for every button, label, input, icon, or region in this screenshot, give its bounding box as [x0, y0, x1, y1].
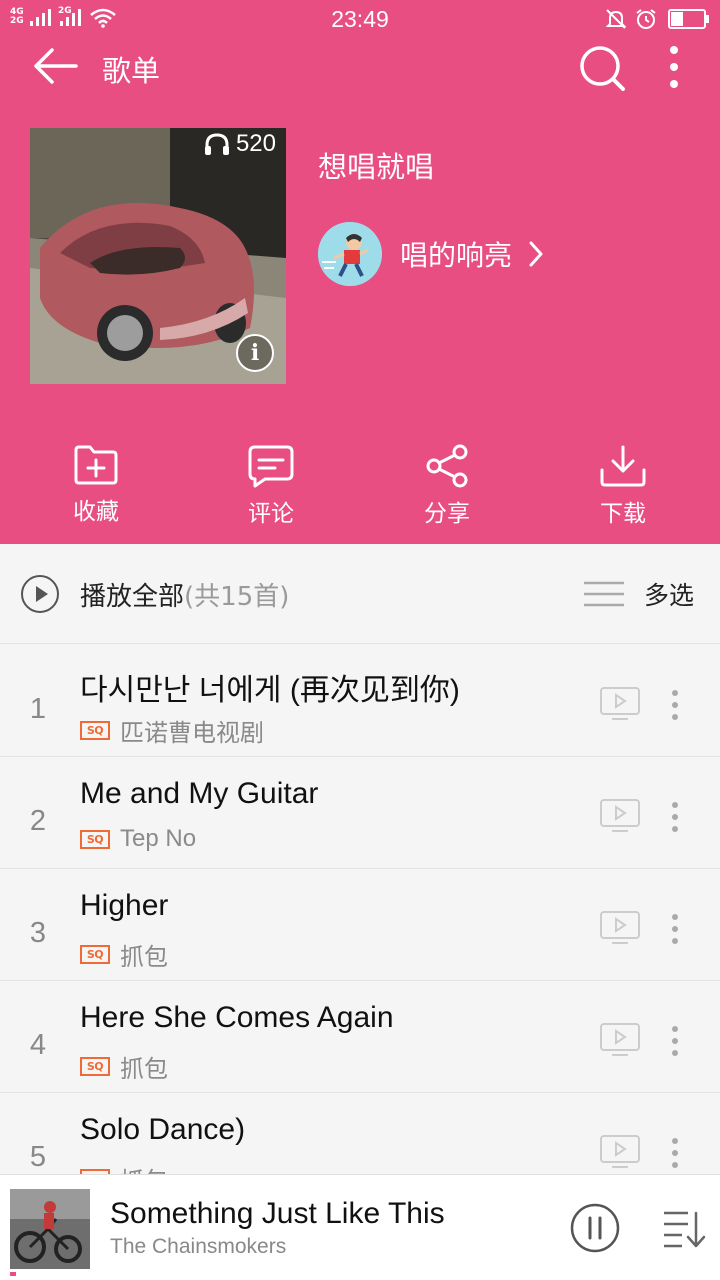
song-meta: SQ 匹诺曹电视剧	[80, 713, 264, 748]
download-button[interactable]: 下载	[563, 444, 683, 528]
back-arrow-icon[interactable]	[30, 46, 80, 86]
sq-badge: SQ	[80, 945, 110, 964]
list-menu-icon[interactable]	[584, 580, 624, 608]
now-playing-thumbnail	[10, 1189, 90, 1269]
song-artist: 抓包	[120, 1056, 168, 1083]
creator-name: 唱的响亮	[400, 239, 513, 272]
more-vertical-icon[interactable]	[660, 42, 688, 92]
share-icon	[426, 444, 468, 488]
mini-player[interactable]: Something Just Like This The Chainsmoker…	[0, 1174, 720, 1280]
share-button[interactable]: 分享	[387, 444, 507, 528]
play-all-row: 播放全部(共15首) 多选	[0, 544, 720, 644]
song-row[interactable]: 1 다시만난 너에게 (再次见到你) SQ 匹诺曹电视剧	[0, 645, 720, 757]
song-meta: SQ 抓包	[80, 1049, 168, 1084]
status-bar: 4G 2G 2G 23:49	[0, 0, 720, 38]
share-label: 分享	[424, 501, 470, 527]
song-more-icon[interactable]	[668, 1025, 682, 1057]
alarm-icon	[636, 9, 656, 29]
song-more-icon[interactable]	[668, 1137, 682, 1169]
play-circle-icon[interactable]	[20, 574, 60, 614]
play-all-label: 播放全部	[80, 582, 185, 612]
mv-play-icon[interactable]	[600, 1135, 640, 1169]
comment-label: 评论	[248, 501, 294, 527]
folder-add-icon	[74, 445, 118, 485]
song-number: 3	[29, 917, 47, 949]
sq-badge: SQ	[80, 721, 110, 740]
page-title: 歌单	[102, 54, 161, 88]
comment-icon	[248, 445, 294, 488]
avatar	[318, 222, 382, 286]
sq-badge: SQ	[80, 829, 110, 849]
progress-indicator	[10, 1272, 16, 1276]
song-title: Higher	[80, 889, 169, 922]
song-title: Solo Dance)	[80, 1113, 246, 1146]
battery-icon	[668, 9, 709, 29]
pause-icon[interactable]	[570, 1203, 620, 1253]
search-icon[interactable]	[576, 44, 628, 92]
comment-button[interactable]: 评论	[211, 444, 331, 528]
mv-play-icon[interactable]	[600, 799, 640, 833]
download-icon	[600, 445, 646, 487]
play-count: 520	[204, 130, 276, 158]
song-title: 다시만난 너에게 (再次见到你)	[80, 674, 460, 707]
song-list: 1 다시만난 너에게 (再次见到你) SQ 匹诺曹电视剧 2 Me and My …	[0, 645, 720, 1205]
song-count: (共15首)	[184, 582, 290, 612]
avatar-runner-icon	[318, 222, 382, 286]
song-meta: SQ Tep No	[80, 825, 196, 853]
song-meta: SQ 抓包	[80, 937, 168, 972]
song-row[interactable]: 4 Here She Comes Again SQ 抓包	[0, 981, 720, 1093]
mv-play-icon[interactable]	[600, 1023, 640, 1057]
collect-button[interactable]: 收藏	[36, 444, 156, 526]
play-all-button[interactable]: 播放全部(共15首)	[80, 576, 289, 613]
play-count-value: 520	[235, 130, 276, 157]
song-row[interactable]: 3 Higher SQ 抓包	[0, 869, 720, 981]
playlist-name: 想唱就唱	[318, 150, 435, 184]
download-label: 下载	[600, 501, 646, 527]
sq-badge: SQ	[80, 1057, 110, 1076]
info-icon[interactable]: i	[236, 334, 274, 372]
top-bar: 歌单	[0, 40, 720, 94]
mv-play-icon[interactable]	[600, 911, 640, 945]
now-playing-artist: The Chainsmokers	[110, 1235, 287, 1258]
song-artist: 抓包	[120, 944, 168, 971]
song-more-icon[interactable]	[668, 913, 682, 945]
song-more-icon[interactable]	[668, 801, 682, 833]
mute-bell-icon	[605, 9, 627, 29]
multi-select-button[interactable]: 多选	[644, 576, 694, 612]
chevron-right-icon	[529, 241, 543, 267]
song-number: 4	[29, 1029, 47, 1061]
song-number: 5	[29, 1141, 47, 1173]
playlist-queue-icon[interactable]	[662, 1209, 708, 1249]
song-number: 1	[29, 693, 47, 725]
song-title: Me and My Guitar	[80, 777, 319, 810]
now-playing-title: Something Just Like This	[110, 1197, 445, 1230]
song-number: 2	[29, 805, 47, 837]
mv-play-icon[interactable]	[600, 687, 640, 721]
creator-link[interactable]: 唱的响亮	[318, 222, 546, 286]
album-art-image	[10, 1189, 90, 1269]
song-artist: Tep No	[120, 825, 197, 852]
song-more-icon[interactable]	[668, 689, 682, 721]
song-title: Here She Comes Again	[80, 1001, 394, 1034]
headphones-icon	[204, 133, 229, 155]
collect-label: 收藏	[73, 499, 119, 525]
song-row[interactable]: 2 Me and My Guitar SQ Tep No	[0, 757, 720, 869]
song-artist: 匹诺曹电视剧	[120, 720, 264, 747]
